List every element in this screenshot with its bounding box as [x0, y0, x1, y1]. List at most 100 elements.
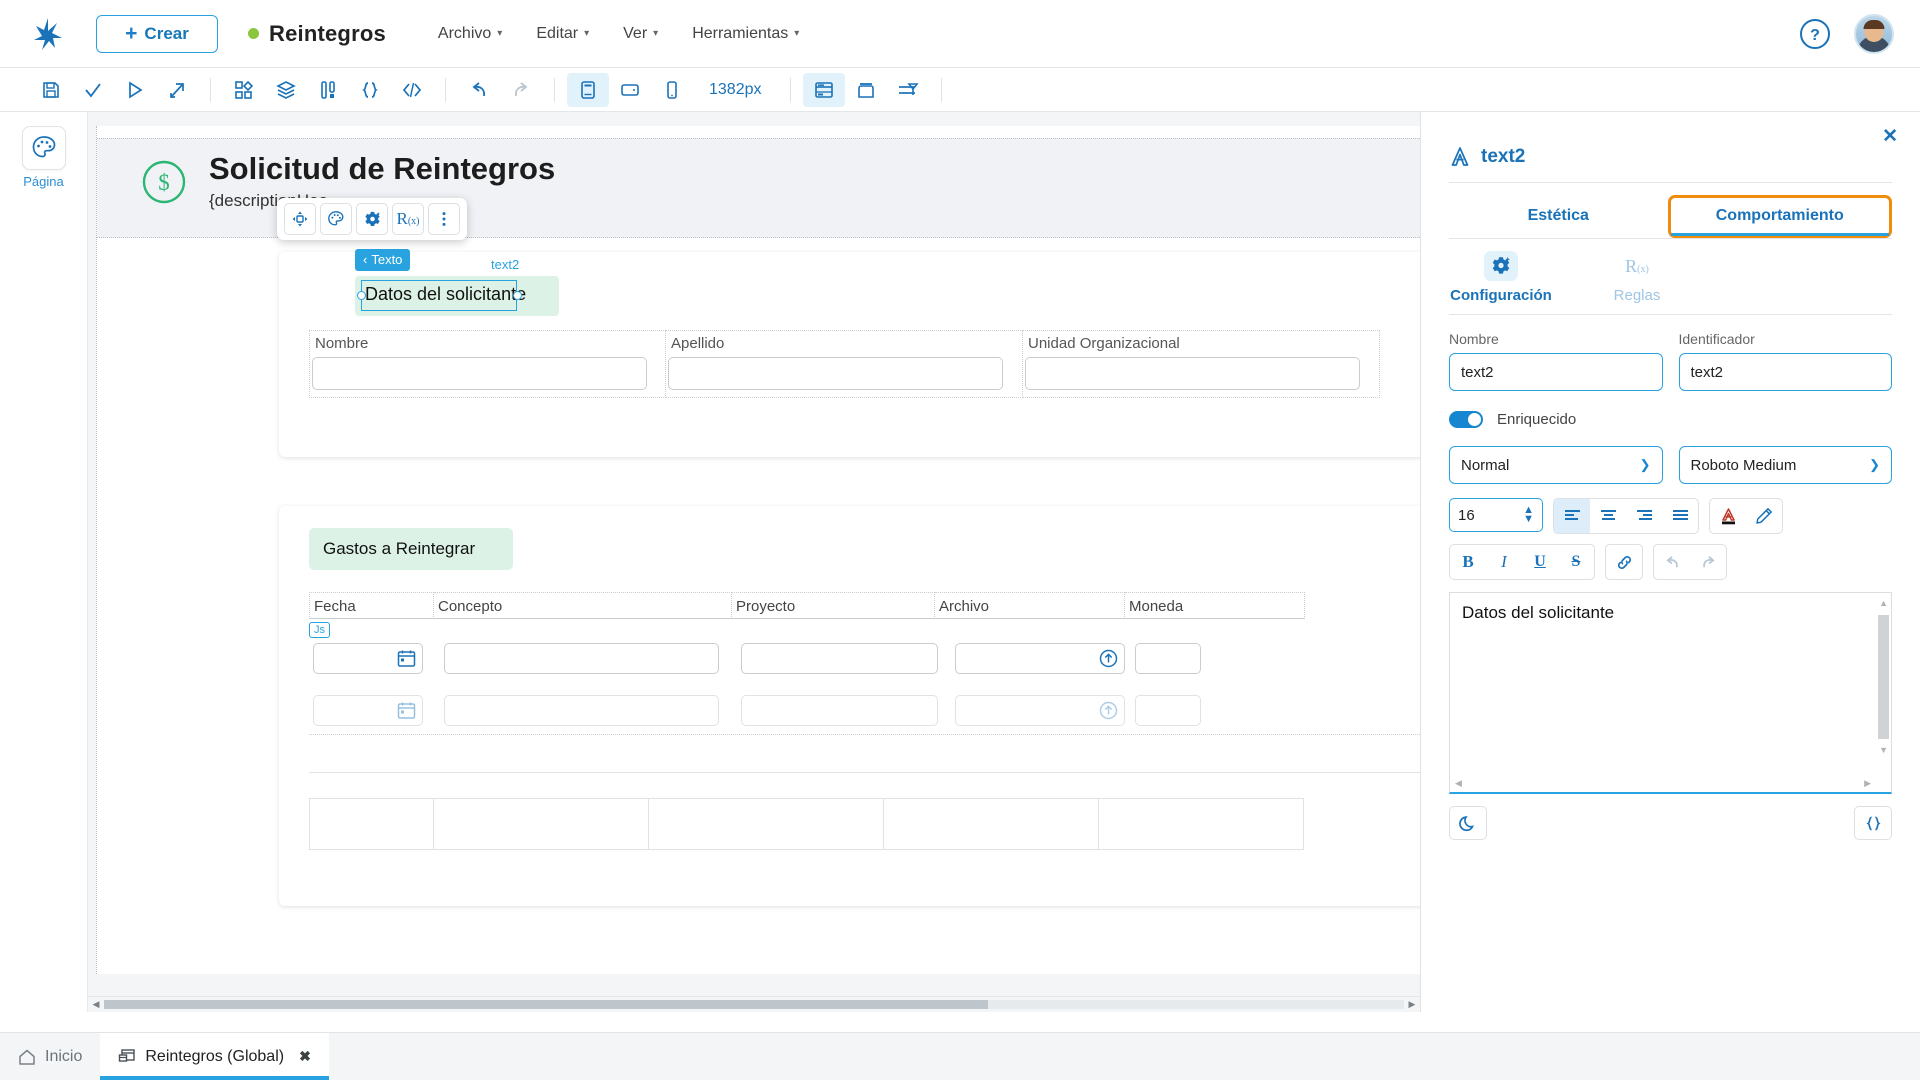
canvas-horizontal-scrollbar[interactable]: ◀ ▶ — [88, 996, 1420, 1012]
row2-archivo-input[interactable] — [955, 695, 1125, 726]
rich-text-editor[interactable]: Datos del solicitante ▲ ▼ ◀ ▶ — [1449, 592, 1892, 794]
modal-container-icon[interactable] — [845, 73, 887, 107]
braces-expression-icon[interactable] — [1854, 806, 1892, 840]
expression-braces-icon[interactable] — [349, 73, 391, 107]
js-badge[interactable]: Js — [309, 622, 330, 638]
rail-item-pagina-label: Página — [23, 174, 64, 189]
tab-comportamiento[interactable]: Comportamiento — [1667, 195, 1892, 238]
settings-gear-icon[interactable] — [356, 203, 388, 235]
widgets-grid-icon[interactable] — [223, 73, 265, 107]
align-center-icon[interactable] — [1590, 499, 1626, 533]
mobile-preview-icon[interactable] — [651, 73, 693, 107]
stepper-down-icon[interactable]: ▼ — [1523, 514, 1534, 525]
style-select[interactable]: Normal ❯ — [1449, 446, 1663, 484]
align-left-icon[interactable] — [1554, 499, 1590, 533]
highlight-pencil-icon[interactable] — [1746, 499, 1782, 533]
form-container-icon[interactable] — [802, 72, 845, 107]
close-icon[interactable]: ✖ — [299, 1048, 311, 1065]
menu-archivo[interactable]: Archivo ▾ — [438, 25, 502, 43]
calendar-icon[interactable] — [397, 649, 416, 668]
export-arrow-icon[interactable] — [156, 73, 198, 107]
scroll-down-arrow-icon[interactable]: ▼ — [1879, 745, 1888, 755]
field-input-nombre[interactable] — [312, 357, 647, 390]
palette-icon[interactable] — [320, 203, 352, 235]
selection-breadcrumb-chip[interactable]: ‹ Texto — [355, 249, 411, 271]
calendar-icon[interactable] — [397, 701, 416, 720]
underline-icon[interactable]: U — [1522, 545, 1558, 579]
bold-icon[interactable]: B — [1450, 545, 1486, 579]
align-icon[interactable] — [887, 73, 929, 107]
expression-rx-icon[interactable]: R(x) — [392, 203, 424, 235]
row2-moneda-input[interactable] — [1135, 695, 1201, 726]
resize-handle-left[interactable] — [357, 291, 366, 300]
desktop-preview-icon[interactable] — [567, 72, 609, 107]
close-icon[interactable]: ✕ — [1882, 125, 1898, 148]
subtab-configuracion[interactable]: Configuración — [1450, 251, 1552, 304]
editor-vscroll-thumb[interactable] — [1878, 615, 1889, 739]
tab-estetica[interactable]: Estética — [1449, 195, 1668, 238]
stepper-arrows-icon[interactable]: ▲ ▼ — [1523, 505, 1534, 525]
strikethrough-icon[interactable]: S — [1558, 545, 1594, 579]
avatar[interactable] — [1854, 13, 1894, 54]
scroll-left-arrow-icon[interactable]: ◀ — [88, 999, 104, 1010]
font-color-icon[interactable] — [1710, 499, 1746, 533]
bonita-logo-icon[interactable] — [26, 12, 70, 56]
align-right-icon[interactable] — [1626, 499, 1662, 533]
subtab-reglas[interactable]: R(x) Reglas — [1589, 251, 1685, 305]
enriquecido-toggle[interactable] — [1449, 411, 1483, 428]
resize-handle-right[interactable] — [513, 291, 522, 300]
align-justify-icon[interactable] — [1662, 499, 1698, 533]
zoom-width-value[interactable]: 1382px — [693, 81, 778, 99]
save-icon[interactable] — [30, 73, 72, 107]
code-angle-brackets-icon[interactable] — [391, 73, 433, 107]
scroll-right-arrow-icon[interactable]: ▶ — [1864, 778, 1871, 789]
run-play-icon[interactable] — [114, 73, 156, 107]
redo-icon[interactable] — [1690, 545, 1726, 579]
more-vertical-icon[interactable] — [428, 203, 460, 235]
menu-herramientas[interactable]: Herramientas ▾ — [692, 25, 799, 43]
scroll-track[interactable] — [104, 1000, 1404, 1009]
selected-text-content[interactable]: Datos del solicitante — [365, 284, 526, 305]
font-select[interactable]: Roboto Medium ❯ — [1678, 446, 1892, 484]
row2-fecha-input[interactable] — [313, 695, 423, 726]
font-size-stepper[interactable]: 16 ▲ ▼ — [1449, 498, 1543, 532]
scroll-thumb[interactable] — [104, 1000, 988, 1009]
nombre-input[interactable] — [1449, 353, 1663, 391]
help-circle-icon[interactable]: ? — [1798, 17, 1832, 51]
create-button[interactable]: + Crear — [96, 14, 218, 53]
rail-item-pagina[interactable]: Página — [12, 126, 76, 189]
bottom-tab-inicio[interactable]: Inicio — [0, 1033, 100, 1080]
scroll-right-arrow-icon[interactable]: ▶ — [1404, 999, 1420, 1010]
undo-icon[interactable] — [1654, 545, 1690, 579]
identificador-input[interactable] — [1678, 353, 1892, 391]
link-icon[interactable] — [1606, 545, 1642, 579]
row2-concepto-input[interactable] — [444, 695, 719, 726]
row1-concepto-input[interactable] — [444, 643, 719, 674]
row1-proyecto-input[interactable] — [741, 643, 938, 674]
layers-stack-icon[interactable] — [265, 73, 307, 107]
field-input-unidad[interactable] — [1025, 357, 1360, 390]
row1-moneda-input[interactable] — [1135, 643, 1201, 674]
field-input-apellido[interactable] — [668, 357, 1003, 390]
variables-icon[interactable] — [307, 73, 349, 107]
italic-icon[interactable]: I — [1486, 545, 1522, 579]
editor-vertical-scrollbar[interactable]: ▲ ▼ — [1876, 593, 1891, 777]
scroll-left-arrow-icon[interactable]: ◀ — [1455, 778, 1462, 789]
moon-dark-mode-icon[interactable] — [1449, 806, 1487, 840]
scroll-up-arrow-icon[interactable]: ▲ — [1879, 598, 1888, 608]
redo-icon[interactable] — [500, 73, 542, 107]
row1-archivo-input[interactable] — [955, 643, 1125, 674]
row2-proyecto-input[interactable] — [741, 695, 938, 726]
menu-ver[interactable]: Ver ▾ — [623, 25, 658, 43]
editor-horizontal-scrollbar[interactable]: ◀ ▶ — [1450, 777, 1891, 792]
validate-check-icon[interactable] — [72, 73, 114, 107]
move-icon[interactable] — [284, 203, 316, 235]
menu-editar[interactable]: Editar ▾ — [536, 25, 589, 43]
tablet-preview-icon[interactable] — [609, 73, 651, 107]
undo-icon[interactable] — [458, 73, 500, 107]
upload-circle-icon[interactable] — [1099, 649, 1118, 668]
row1-fecha-input[interactable] — [313, 643, 423, 674]
bottom-tab-reintegros[interactable]: Reintegros (Global) ✖ — [100, 1033, 330, 1080]
editor-content[interactable]: Datos del solicitante — [1450, 593, 1891, 633]
upload-circle-icon[interactable] — [1099, 701, 1118, 720]
